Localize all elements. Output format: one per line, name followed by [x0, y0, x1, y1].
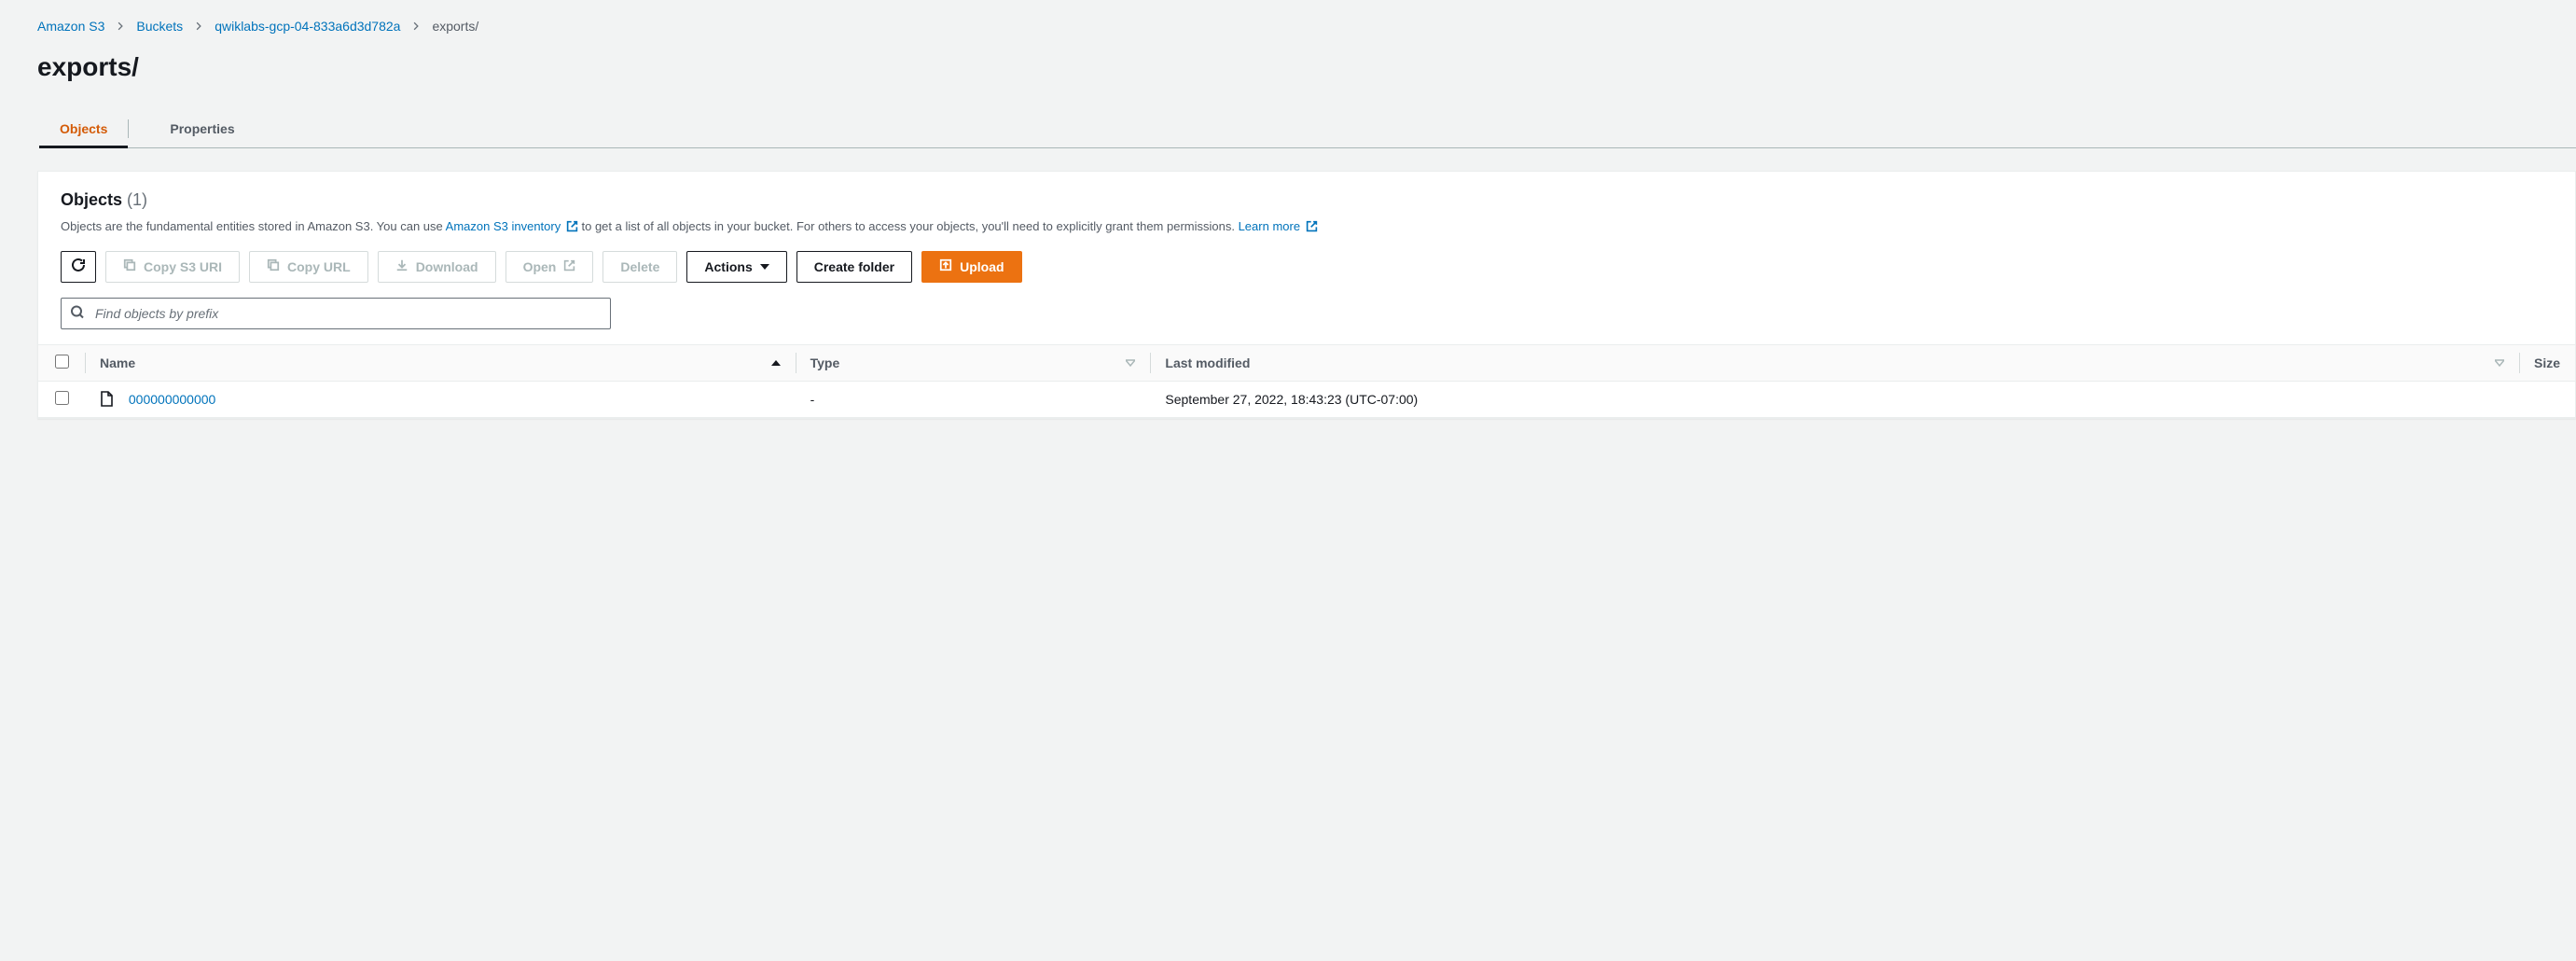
copy-s3-uri-button[interactable]: Copy S3 URI	[105, 251, 240, 283]
chevron-right-icon	[411, 21, 421, 31]
toolbar: Copy S3 URI Copy URL Download Open	[61, 251, 2553, 283]
sort-asc-icon	[771, 355, 781, 370]
breadcrumb-current: exports/	[432, 19, 478, 34]
column-size[interactable]: Size	[2519, 344, 2575, 381]
external-link-icon	[1306, 220, 1318, 232]
create-folder-label: Create folder	[814, 259, 894, 274]
inventory-link-text: Amazon S3 inventory	[446, 219, 561, 233]
column-divider	[2519, 353, 2520, 373]
create-folder-button[interactable]: Create folder	[796, 251, 912, 283]
tab-properties[interactable]: Properties	[170, 110, 234, 147]
column-divider	[1150, 353, 1151, 373]
objects-table-wrap: Name Type	[38, 344, 2575, 418]
desc-text-1: Objects are the fundamental entities sto…	[61, 219, 446, 233]
external-link-icon	[566, 220, 578, 232]
copy-icon	[123, 258, 136, 274]
column-name[interactable]: Name	[85, 344, 796, 381]
tab-objects[interactable]: Objects	[60, 110, 107, 147]
breadcrumb-s3[interactable]: Amazon S3	[37, 19, 104, 34]
upload-label: Upload	[960, 259, 1004, 274]
cell-size	[2519, 381, 2575, 417]
cell-last-modified: September 27, 2022, 18:43:23 (UTC-07:00)	[1150, 381, 2519, 417]
search-input[interactable]	[61, 298, 611, 329]
delete-label: Delete	[620, 259, 659, 274]
copy-url-label: Copy URL	[287, 259, 351, 274]
table-row: 000000000000 - September 27, 2022, 18:43…	[38, 381, 2575, 417]
objects-table: Name Type	[38, 344, 2575, 418]
panel-title: Objects (1)	[61, 190, 2553, 210]
search-icon	[70, 304, 85, 322]
file-icon	[100, 391, 114, 407]
column-size-label: Size	[2534, 355, 2560, 370]
download-label: Download	[416, 259, 478, 274]
panel-count: (1)	[127, 190, 147, 209]
panel-description: Objects are the fundamental entities sto…	[61, 217, 2553, 236]
objects-panel: Objects (1) Objects are the fundamental …	[37, 171, 2576, 419]
column-last-modified[interactable]: Last modified	[1150, 344, 2519, 381]
caret-down-icon	[760, 259, 769, 274]
sort-icon	[2495, 355, 2504, 370]
breadcrumb-buckets[interactable]: Buckets	[136, 19, 183, 34]
breadcrumb-bucket[interactable]: qwiklabs-gcp-04-833a6d3d782a	[215, 19, 400, 34]
download-button[interactable]: Download	[378, 251, 496, 283]
open-button[interactable]: Open	[506, 251, 594, 283]
object-link[interactable]: 000000000000	[129, 392, 215, 407]
download-icon	[395, 258, 409, 274]
tabs: Objects Properties	[60, 110, 2576, 148]
cell-name: 000000000000	[85, 381, 796, 417]
select-all-header	[38, 344, 85, 381]
actions-button[interactable]: Actions	[686, 251, 786, 283]
column-divider	[85, 353, 86, 373]
select-all-checkbox[interactable]	[55, 355, 69, 369]
column-name-label: Name	[100, 355, 135, 370]
inventory-link[interactable]: Amazon S3 inventory	[446, 219, 582, 233]
delete-button[interactable]: Delete	[602, 251, 677, 283]
tab-divider	[128, 119, 129, 138]
column-type[interactable]: Type	[796, 344, 1151, 381]
panel-title-text: Objects	[61, 190, 122, 209]
copy-s3-uri-label: Copy S3 URI	[144, 259, 222, 274]
refresh-button[interactable]	[61, 251, 96, 283]
column-last-modified-label: Last modified	[1165, 355, 1250, 370]
row-checkbox[interactable]	[55, 391, 69, 405]
actions-label: Actions	[704, 259, 752, 274]
external-link-icon	[563, 259, 575, 274]
desc-text-2: to get a list of all objects in your buc…	[581, 219, 1238, 233]
column-type-label: Type	[810, 355, 840, 370]
chevron-right-icon	[194, 21, 203, 31]
page-title: exports/	[37, 52, 2576, 82]
chevron-right-icon	[116, 21, 125, 31]
cell-type: -	[796, 381, 1151, 417]
upload-button[interactable]: Upload	[921, 251, 1021, 283]
sort-icon	[1126, 355, 1135, 370]
copy-icon	[267, 258, 280, 274]
learn-more-link-text: Learn more	[1239, 219, 1300, 233]
copy-url-button[interactable]: Copy URL	[249, 251, 368, 283]
learn-more-link[interactable]: Learn more	[1239, 219, 1318, 233]
breadcrumb: Amazon S3 Buckets qwiklabs-gcp-04-833a6d…	[37, 19, 2576, 34]
refresh-icon	[71, 258, 86, 275]
upload-icon	[939, 258, 952, 274]
search-wrap	[61, 298, 611, 329]
open-label: Open	[523, 259, 557, 274]
